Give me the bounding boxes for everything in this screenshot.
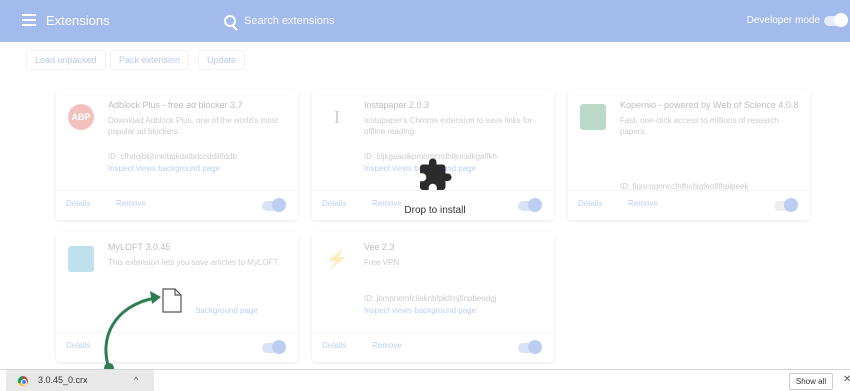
card-footer: Details — [56, 332, 298, 362]
details-button[interactable]: Details — [66, 341, 90, 350]
card-footer: Details Remove — [568, 190, 810, 220]
developer-mode-label: Developer mode — [746, 15, 820, 26]
extension-description: Free VPN — [364, 258, 400, 267]
chevron-up-icon[interactable]: ^ — [134, 375, 138, 385]
myloft-icon — [68, 246, 94, 272]
download-item[interactable]: 3.0.45_0.crx ^ — [6, 370, 154, 391]
remove-button[interactable]: Remove — [116, 199, 146, 208]
search-box[interactable] — [224, 9, 384, 33]
extension-name: Instapaper 2.0.3 — [364, 100, 430, 110]
extension-name: Kopernio - powered by Web of Science 4.0… — [620, 100, 799, 110]
extension-name: Adblock Plus - free ad blocker 3.7 — [108, 100, 243, 110]
chrome-icon — [18, 376, 28, 386]
extension-description: Instapaper's Chrome extension to save li… — [364, 116, 533, 136]
extensions-page: Extensions Developer mode Load unpacked … — [0, 0, 850, 391]
download-file-name: 3.0.45_0.crx — [38, 375, 88, 385]
page-title: Extensions — [46, 13, 110, 28]
search-input[interactable] — [244, 15, 374, 27]
drop-to-install-zone[interactable]: Drop to install — [395, 152, 475, 222]
extension-card: ⚡ Vee 2.3 Free VPN ID: jbmpnemfcilaknbfp… — [312, 232, 554, 362]
extension-name: Vee 2.3 — [364, 242, 395, 252]
details-button[interactable]: Details — [322, 199, 346, 208]
hamburger-menu-icon[interactable] — [22, 14, 36, 26]
close-icon[interactable]: ✕ — [843, 374, 850, 385]
extension-id: ID: jbmpnemfcilaknbfpklfmjfinpbeodgj — [364, 294, 497, 303]
extension-card: Kopernio - powered by Web of Science 4.0… — [568, 90, 810, 220]
drop-to-install-label: Drop to install — [404, 205, 466, 216]
search-icon — [224, 15, 236, 27]
pack-extension-button[interactable]: Pack extension — [110, 50, 190, 70]
adblock-plus-icon: ABP — [68, 104, 94, 130]
details-button[interactable]: Details — [66, 199, 90, 208]
details-button[interactable]: Details — [578, 199, 602, 208]
enable-toggle[interactable] — [518, 340, 542, 354]
inspect-views-link[interactable]: background page — [196, 306, 258, 315]
puzzle-piece-icon — [420, 158, 452, 190]
remove-button[interactable]: Remove — [372, 341, 402, 350]
inspect-views-link[interactable]: Inspect views background page — [364, 306, 476, 315]
kopernio-icon — [580, 104, 606, 130]
inspect-views-link[interactable]: Inspect views background page — [108, 164, 220, 173]
load-unpacked-button[interactable]: Load unpacked — [26, 50, 106, 70]
update-button[interactable]: Update — [198, 50, 246, 70]
extension-id: ID: cfhdojbkjhnklbpkdaibdccddilifddb — [108, 152, 237, 161]
remove-button[interactable]: Remove — [628, 199, 658, 208]
vee-lightning-icon: ⚡ — [324, 246, 350, 272]
enable-toggle[interactable] — [774, 198, 798, 212]
details-button[interactable]: Details — [322, 341, 346, 350]
action-row: Load unpacked Pack extension Update — [0, 42, 850, 76]
show-all-button[interactable]: Show all — [789, 373, 833, 390]
dragged-file-icon[interactable] — [162, 288, 182, 313]
card-footer: Details Remove — [56, 190, 298, 220]
extension-name: MyLOFT 3.0.45 — [108, 242, 171, 252]
enable-toggle[interactable] — [262, 340, 286, 354]
card-footer: Details Remove — [312, 332, 554, 362]
extension-description: This extension lets you save articles to… — [108, 258, 280, 267]
developer-mode-toggle[interactable] — [824, 13, 848, 27]
top-app-bar: Extensions Developer mode — [0, 0, 850, 42]
extension-description: Fast, one-click access to millions of re… — [620, 116, 779, 136]
download-bar: 3.0.45_0.crx ^ Show all ✕ — [0, 369, 850, 391]
extension-description: Download Adblock Plus, one of the world'… — [108, 116, 279, 136]
enable-toggle[interactable] — [518, 198, 542, 212]
instapaper-icon: I — [324, 104, 350, 130]
extension-card: ABP Adblock Plus - free ad blocker 3.7 D… — [56, 90, 298, 220]
enable-toggle[interactable] — [262, 198, 286, 212]
